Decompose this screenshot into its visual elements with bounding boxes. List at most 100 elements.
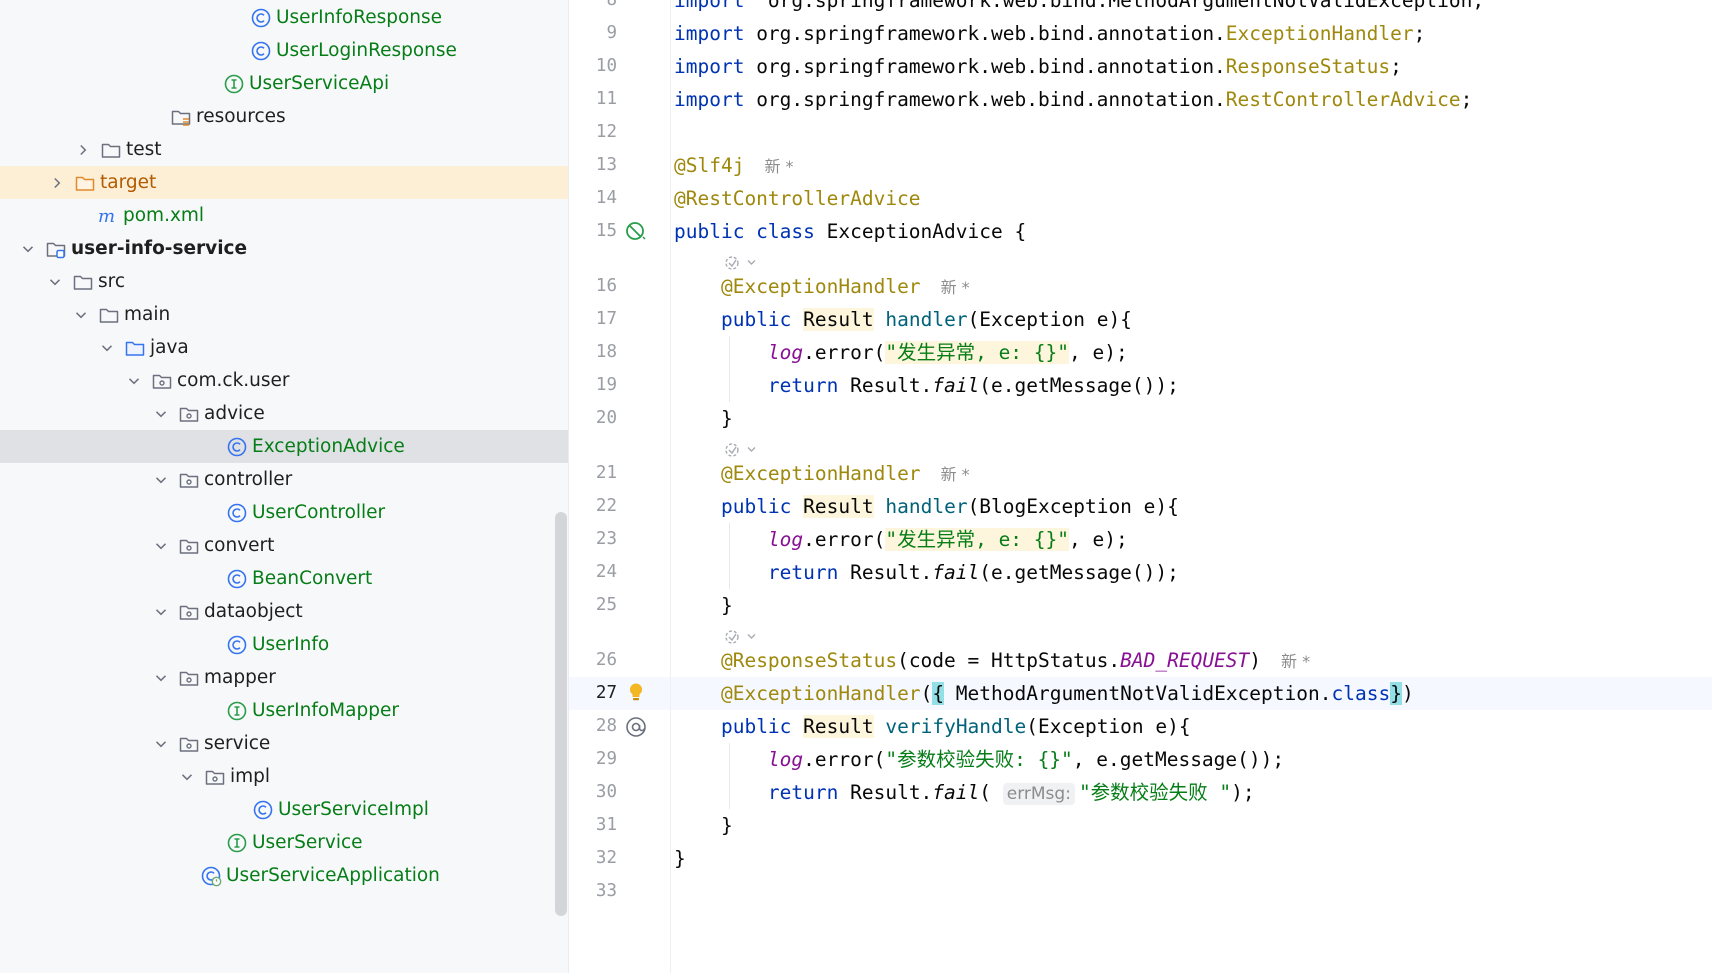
code-text[interactable]: return Result.fail(e.getMessage()); [674,369,1179,402]
code-line[interactable]: 10 import org.springframework.web.bind.an… [569,50,1712,83]
code-line[interactable]: 18 log.error("发生异常, e: {}", e); [569,336,1712,369]
code-line[interactable]: 29 log.error("参数校验失败: {}", e.getMessage(… [569,743,1712,776]
code-text[interactable]: import org.springframework.web.bind.Meth… [674,0,1484,17]
tree-item-impl[interactable]: impl [0,760,569,793]
code-line[interactable]: 21 @ExceptionHandler 新 * [569,457,1712,490]
code-text[interactable]: public Result handler(Exception e){ [674,303,1132,336]
code-line[interactable]: 26 @ResponseStatus(code = HttpStatus.BAD… [569,644,1712,677]
line-number[interactable]: 25 [569,589,617,622]
code-line[interactable]: 20 } [569,402,1712,435]
code-text[interactable]: @ExceptionHandler 新 * [674,270,970,304]
tree-item-target[interactable]: target [0,166,569,199]
tree-item-user-info-service[interactable]: user-info-service [0,232,569,265]
tree-item-beanconvert[interactable]: BeanConvert [0,562,569,595]
tree-item-pom-xml[interactable]: m pom.xml [0,199,569,232]
line-number[interactable]: 12 [569,116,617,149]
bulb-icon[interactable] [624,680,648,704]
chevron-down-icon[interactable] [154,671,168,685]
chevron-down-icon[interactable] [154,407,168,421]
line-number[interactable]: 20 [569,402,617,435]
code-line[interactable]: 33 [569,875,1712,908]
code-text[interactable]: import org.springframework.web.bind.anno… [674,50,1402,83]
tree-item-src[interactable]: src [0,265,569,298]
line-number[interactable]: 22 [569,490,617,523]
line-number[interactable]: 18 [569,336,617,369]
tree-scrollbar[interactable] [555,512,567,916]
tree-item-userserviceapi[interactable]: UserServiceApi [0,67,569,100]
tree-item-userinfo[interactable]: UserInfo [0,628,569,661]
line-number[interactable]: 26 [569,644,617,677]
tree-item-test[interactable]: test [0,133,569,166]
code-text[interactable]: import org.springframework.web.bind.anno… [674,17,1425,50]
code-text[interactable]: public Result verifyHandle(Exception e){ [674,710,1191,743]
code-line[interactable]: 11 import org.springframework.web.bind.an… [569,83,1712,116]
code-text[interactable]: log.error("发生异常, e: {}", e); [674,336,1128,369]
code-line[interactable]: 16 @ExceptionHandler 新 * [569,270,1712,303]
line-number[interactable]: 8 [569,0,617,17]
code-author-hint[interactable]: 新 * [764,157,793,176]
tree-item-userinfomapper[interactable]: UserInfoMapper [0,694,569,727]
code-line[interactable]: 32} [569,842,1712,875]
chevron-down-icon[interactable] [180,770,194,784]
tree-item-convert[interactable]: convert [0,529,569,562]
code-text[interactable]: return Result.fail( errMsg: "参数校验失败 "); [674,776,1255,811]
line-number[interactable]: 28 [569,710,617,743]
code-text[interactable]: } [674,402,733,435]
chevron-down-icon[interactable] [100,341,114,355]
tree-item-java[interactable]: java [0,331,569,364]
code-line[interactable]: 19 return Result.fail(e.getMessage()); [569,369,1712,402]
chevron-down-icon[interactable] [21,242,35,256]
chevron-down-icon[interactable] [127,374,141,388]
line-number[interactable]: 15 [569,215,617,248]
line-number[interactable]: 21 [569,457,617,490]
chevron-down-icon[interactable] [74,308,88,322]
code-text[interactable]: public Result handler(BlogException e){ [674,490,1179,523]
line-number[interactable]: 29 [569,743,617,776]
code-line[interactable]: 31 } [569,809,1712,842]
tree-item-main[interactable]: main [0,298,569,331]
tree-item-userloginresponse[interactable]: UserLoginResponse [0,34,569,67]
no-usages-icon[interactable] [624,220,648,244]
code-line[interactable]: 12 [569,116,1712,149]
tree-item-userservice[interactable]: UserService [0,826,569,859]
code-line[interactable]: 13 @Slf4j 新 * [569,149,1712,182]
code-text[interactable]: @ResponseStatus(code = HttpStatus.BAD_RE… [674,644,1310,678]
chevron-right-icon[interactable] [76,143,90,157]
code-line[interactable]: 17 public Result handler(Exception e){ [569,303,1712,336]
tree-item-com-ck-user[interactable]: com.ck.user [0,364,569,397]
tree-item-resources[interactable]: resources [0,100,569,133]
tree-item-dataobject[interactable]: dataobject [0,595,569,628]
tree-item-usercontroller[interactable]: UserController [0,496,569,529]
code-author-hint[interactable]: 新 * [1281,652,1310,671]
code-text[interactable]: @ExceptionHandler 新 * [674,457,970,491]
code-line[interactable]: 8 import org.springframework.web.bind.Met… [569,0,1712,17]
code-text[interactable]: return Result.fail(e.getMessage()); [674,556,1179,589]
code-text[interactable]: } [674,809,733,842]
code-editor[interactable]: 8 import org.springframework.web.bind.Met… [569,0,1712,973]
tree-item-exceptionadvice[interactable]: ExceptionAdvice [0,430,569,463]
line-number[interactable]: 23 [569,523,617,556]
code-line[interactable]: 27 @ExceptionHandler({ MethodArgumentNot… [569,677,1712,710]
code-text[interactable]: } [674,842,686,875]
code-line[interactable]: 23 log.error("发生异常, e: {}", e); [569,523,1712,556]
line-number[interactable]: 30 [569,776,617,809]
line-number[interactable]: 13 [569,149,617,182]
chevron-right-icon[interactable] [50,176,64,190]
chevron-down-icon[interactable] [48,275,62,289]
tree-item-service[interactable]: service [0,727,569,760]
code-text[interactable]: import org.springframework.web.bind.anno… [674,83,1472,116]
code-text[interactable]: public class ExceptionAdvice { [674,215,1026,248]
code-author-hint[interactable]: 新 * [941,278,970,297]
chevron-down-icon[interactable] [154,605,168,619]
code-line[interactable]: 14 @RestControllerAdvice [569,182,1712,215]
tree-item-userinforesponse[interactable]: UserInfoResponse [0,1,569,34]
chevron-down-icon[interactable] [154,539,168,553]
code-text[interactable]: log.error("参数校验失败: {}", e.getMessage()); [674,743,1284,776]
line-number[interactable]: 17 [569,303,617,336]
code-line[interactable]: 9 import org.springframework.web.bind.ann… [569,17,1712,50]
code-text[interactable]: @ExceptionHandler({ MethodArgumentNotVal… [674,677,1414,710]
line-number[interactable]: 9 [569,17,617,50]
code-text[interactable]: log.error("发生异常, e: {}", e); [674,523,1128,556]
line-number[interactable]: 27 [569,677,617,710]
code-line[interactable]: 30 return Result.fail( errMsg: "参数校验失败 ")… [569,776,1712,809]
